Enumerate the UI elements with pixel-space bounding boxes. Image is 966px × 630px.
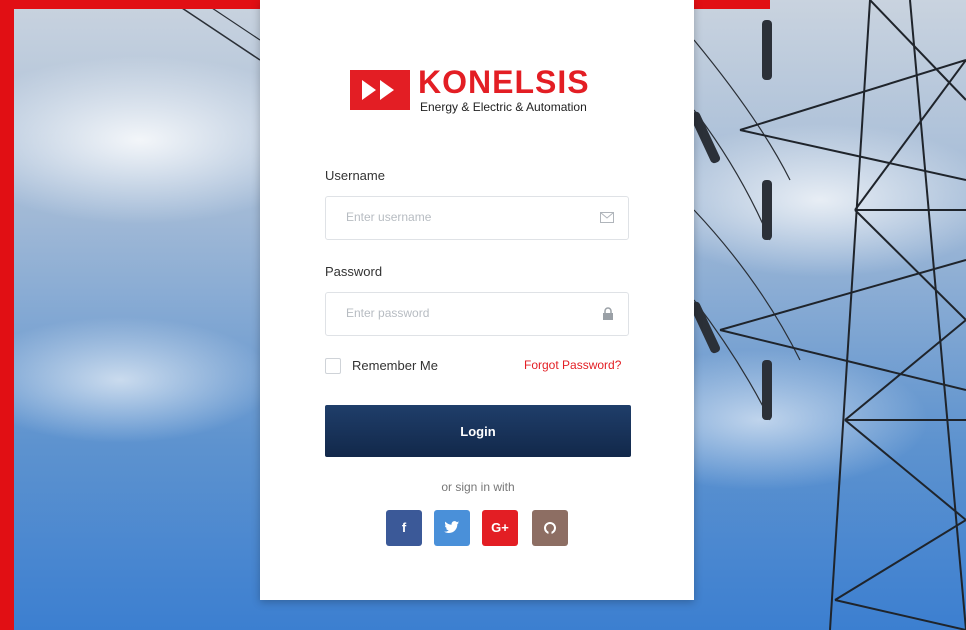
envelope-icon [600,211,614,229]
username-input[interactable] [344,209,588,225]
facebook-button[interactable]: f [386,510,422,546]
sign-in-with-caption: or sign in with [441,480,515,494]
twitter-icon [444,521,460,537]
lock-icon [602,307,614,326]
github-icon [543,522,557,538]
forgot-password-link[interactable]: Forgot Password? [524,358,621,372]
password-label: Password [325,264,383,279]
google-plus-icon: G+ [491,520,509,535]
play-logo-icon [350,70,410,110]
brand-tagline: Energy & Electric & Automation [420,100,587,114]
left-red-border [0,0,14,630]
brand-logo: KONELSIS Energy & Electric & Automation [350,64,610,118]
facebook-icon: f [401,520,407,535]
transmission-tower-graphic [690,0,966,630]
twitter-button[interactable] [434,510,470,546]
remember-me-label: Remember Me [352,358,438,373]
brand-name: KONELSIS [418,64,590,100]
password-field-wrapper [325,292,629,336]
remember-me-checkbox[interactable] [325,358,341,374]
google-plus-button[interactable]: G+ [482,510,518,546]
github-button[interactable] [532,510,568,546]
username-label: Username [325,168,385,183]
login-button[interactable]: Login [325,405,631,457]
login-page: KONELSIS Energy & Electric & Automation … [0,0,966,630]
username-field-wrapper [325,196,629,240]
password-input[interactable] [344,305,588,321]
